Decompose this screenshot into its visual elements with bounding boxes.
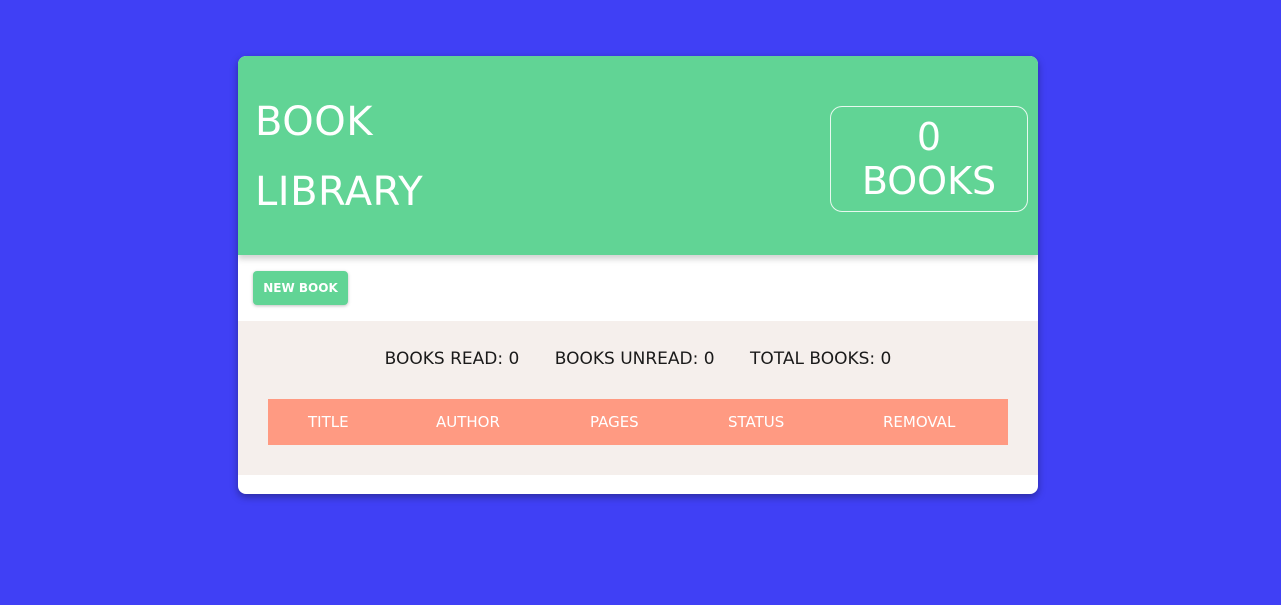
toolbar: NEW BOOK xyxy=(238,255,1038,321)
library-card: BOOK LIBRARY 0 BOOKS NEW BOOK BOOKS READ… xyxy=(238,56,1038,494)
book-count-value: 0 xyxy=(916,115,942,159)
books-read-stat: BOOKS READ: 0 xyxy=(384,349,520,369)
column-header-status: STATUS xyxy=(728,413,785,431)
books-table-header: TITLE AUTHOR PAGES STATUS REMOVAL xyxy=(268,399,1008,445)
column-header-removal: REMOVAL xyxy=(883,413,956,431)
stats-row: BOOKS READ: 0 BOOKS UNREAD: 0 TOTAL BOOK… xyxy=(238,349,1038,369)
column-header-title: TITLE xyxy=(308,413,349,431)
book-count-badge: 0 BOOKS xyxy=(830,106,1028,212)
library-header: BOOK LIBRARY 0 BOOKS xyxy=(238,56,1038,255)
column-header-author: AUTHOR xyxy=(436,413,500,431)
page-title-line-2: LIBRARY xyxy=(255,169,424,215)
column-header-pages: PAGES xyxy=(590,413,639,431)
stats-area: BOOKS READ: 0 BOOKS UNREAD: 0 TOTAL BOOK… xyxy=(238,321,1038,475)
books-unread-stat: BOOKS UNREAD: 0 xyxy=(554,349,715,369)
total-books-stat: TOTAL BOOKS: 0 xyxy=(750,349,892,369)
page-title-line-1: BOOK xyxy=(255,99,373,145)
new-book-button[interactable]: NEW BOOK xyxy=(253,271,348,305)
book-count-unit: BOOKS xyxy=(861,159,997,203)
